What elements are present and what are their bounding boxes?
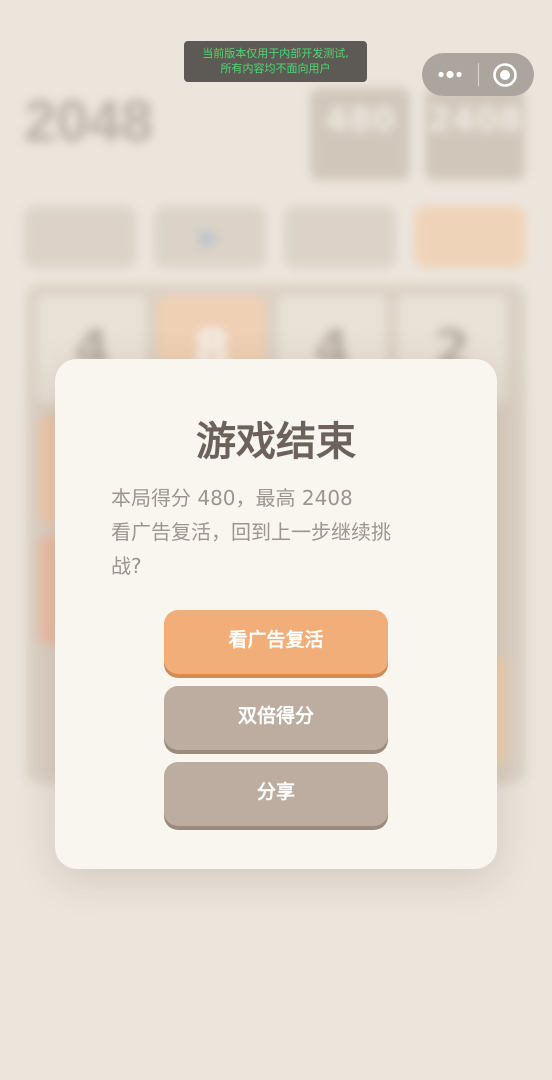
target-circle-icon[interactable] [492,62,518,88]
share-button[interactable]: 分享 [164,762,388,826]
bg-new-game-button [24,206,136,268]
more-dots-icon[interactable] [436,53,466,96]
revive-prompt-text: 看广告复活，回到上一步继续挑 [111,520,391,544]
best-value: 2408 [427,100,523,140]
bg-rank-button [284,206,396,268]
dev-banner-line2: 所有内容均不面向用户 [220,62,331,75]
bg-play-button: ▶ [154,206,266,268]
revive-prompt-text-cont: 战? [111,554,142,578]
best-box: 2408 [425,88,525,180]
capsule-divider [478,63,479,86]
score-box: 480 [310,88,410,180]
double-score-button[interactable]: 双倍得分 [164,686,388,750]
dev-banner-line1: 当前版本仅用于内部开发测试, [202,47,349,60]
dialog-message: 本局得分 480，最高 2408 看广告复活，回到上一步继续挑 战? [111,481,421,583]
game-over-dialog: 游戏结束 本局得分 480，最高 2408 看广告复活，回到上一步继续挑 战? … [55,359,497,869]
score-value: 480 [324,100,396,140]
bg-challenge-button [414,206,526,268]
game-title: 2048 [24,89,154,154]
capsule-menu [422,53,534,96]
dialog-title: 游戏结束 [196,419,356,465]
dev-version-banner: 当前版本仅用于内部开发测试, 所有内容均不面向用户 [184,41,367,82]
watch-ad-revive-button[interactable]: 看广告复活 [164,610,388,674]
score-summary-text: 本局得分 480，最高 2408 [111,486,353,510]
